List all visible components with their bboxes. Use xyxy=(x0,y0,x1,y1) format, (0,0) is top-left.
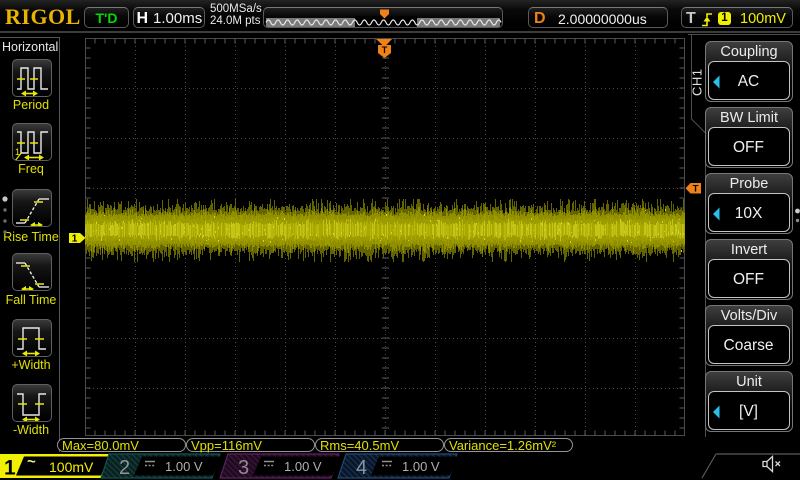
svg-text:2: 2 xyxy=(119,457,130,479)
svg-text:1.00 V: 1.00 V xyxy=(402,459,440,474)
svg-text:1: 1 xyxy=(72,234,78,245)
svg-text:3: 3 xyxy=(238,457,249,479)
svg-text:1.00 V: 1.00 V xyxy=(284,459,322,474)
svg-text:T: T xyxy=(382,45,388,55)
svg-text:4: 4 xyxy=(356,457,367,479)
svg-text:1.00 V: 1.00 V xyxy=(165,459,203,474)
svg-text:1: 1 xyxy=(4,457,16,480)
svg-text:~: ~ xyxy=(27,454,36,471)
svg-text:CH1: CH1 xyxy=(690,68,705,96)
svg-text:100mV: 100mV xyxy=(49,459,94,475)
